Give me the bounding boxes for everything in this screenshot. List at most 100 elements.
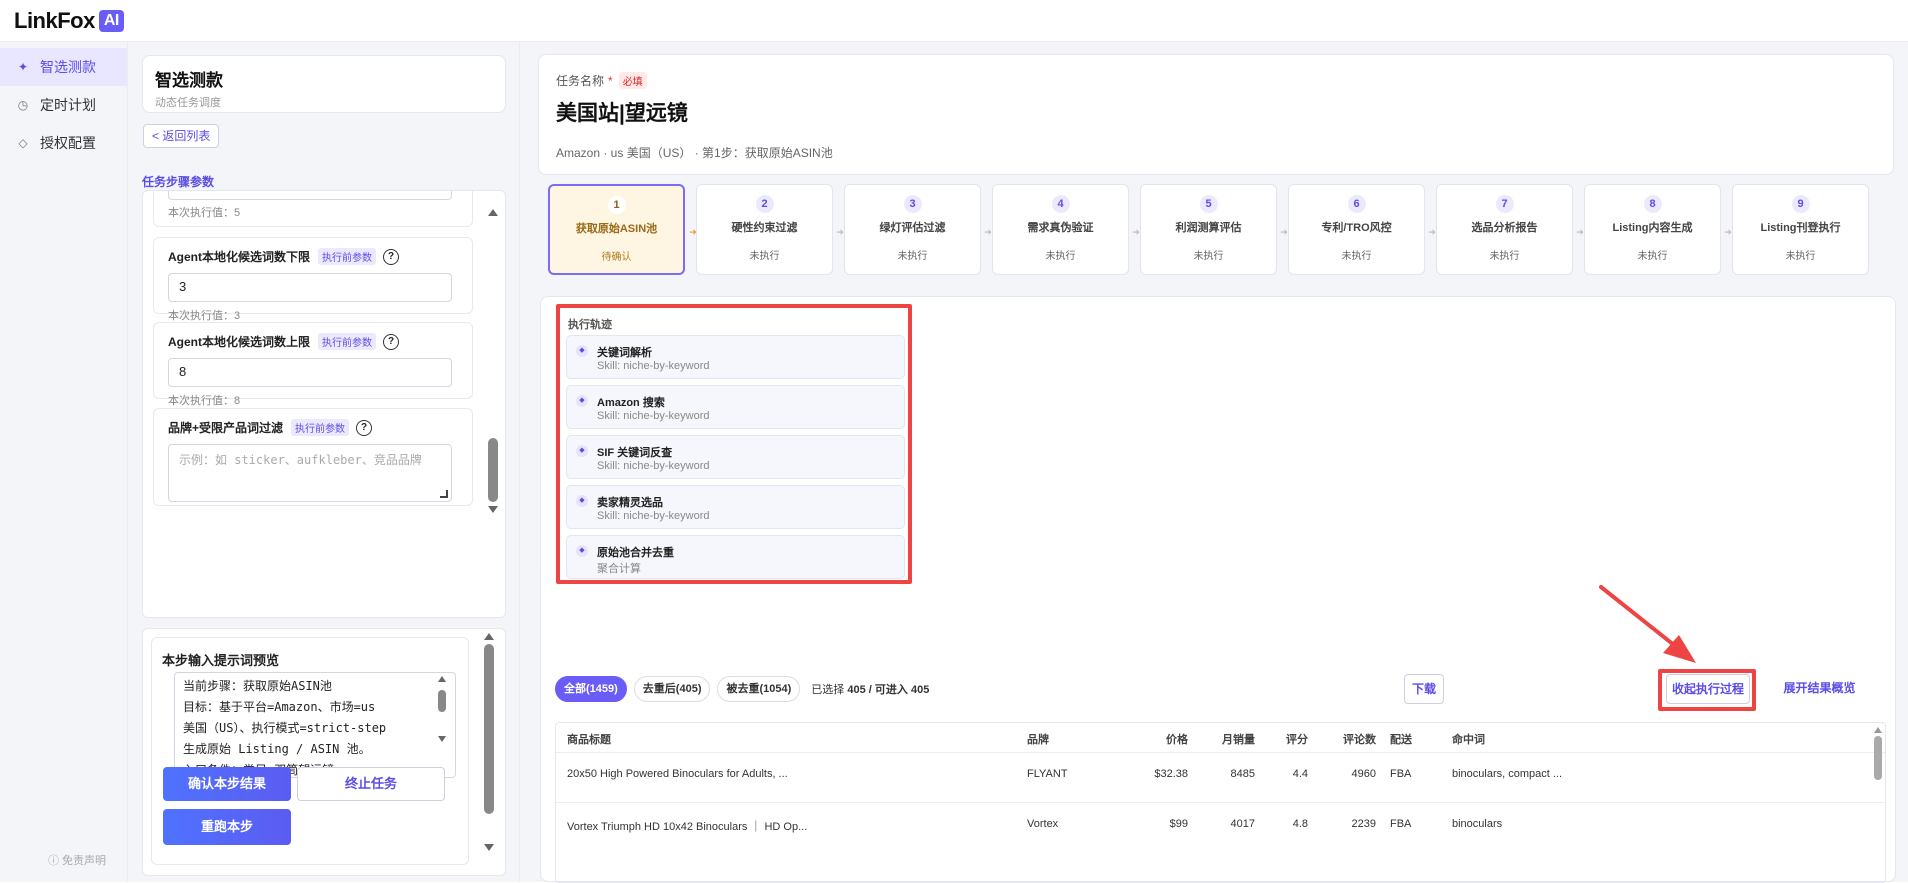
col-reviews[interactable]: 评论数 xyxy=(1328,731,1376,747)
expand-dot-icon: ◆ xyxy=(576,545,588,557)
nav-item-smart-select[interactable]: ✦ 智选测款 xyxy=(0,48,127,86)
param-label-text: Agent本地化候选词数上限 xyxy=(168,335,310,349)
trace-item-name: 卖家精灵选品 xyxy=(597,497,663,509)
min-candidates-input[interactable]: 3 xyxy=(168,273,452,302)
scroll-up-icon[interactable] xyxy=(438,676,446,682)
step-status: 未执行 xyxy=(1193,251,1224,262)
required-tag: 必填 xyxy=(618,72,647,89)
col-brand[interactable]: 品牌 xyxy=(1027,731,1049,747)
prompt-preview-textarea[interactable]: 当前步骤：获取原始ASIN池 目标：基于平台=Amazon、市场=us 美国（U… xyxy=(174,672,456,778)
help-icon[interactable]: ? xyxy=(383,248,399,265)
trace-item-name: SIF 关键词反查 xyxy=(597,447,673,459)
help-icon[interactable]: ? xyxy=(356,419,373,436)
preview-text-scrollbar[interactable] xyxy=(436,676,448,772)
nav-item-auth[interactable]: ◇ 授权配置 xyxy=(0,124,127,162)
step-name: 需求真伪验证 xyxy=(1027,222,1094,234)
top-bar: LinkFox AI xyxy=(0,0,1908,42)
param-tag: 执行前参数 xyxy=(291,419,350,436)
clock-icon: ◷ xyxy=(17,98,29,112)
disclaimer-link[interactable]: ⓘ 免责声明 xyxy=(48,852,106,868)
trace-item[interactable]: ◆ 原始池合并去重 聚合计算 xyxy=(566,535,905,579)
task-title[interactable]: 美国站|望远镜 xyxy=(556,97,688,127)
param-card: 品牌+受限产品词过滤 执行前参数 ? 示例：如 sticker、aufklebe… xyxy=(153,408,473,506)
scroll-thumb[interactable] xyxy=(488,438,498,502)
step-7[interactable]: 7 选品分析报告 未执行 xyxy=(1436,184,1573,275)
stop-task-button[interactable]: 终止任务 xyxy=(297,767,445,801)
nav-item-label: 授权配置 xyxy=(40,135,96,151)
trace-item[interactable]: ◆ 关键词解析 Skill: niche-by-keyword xyxy=(566,335,905,379)
col-monthly-sales[interactable]: 月销量 xyxy=(1209,731,1255,747)
step-9[interactable]: 9 Listing刊登执行 未执行 xyxy=(1732,184,1869,275)
cell-title: 20x50 High Powered Binoculars for Adults… xyxy=(567,768,788,780)
nav-item-label: 定时计划 xyxy=(40,97,96,113)
expand-summary-button[interactable]: 展开结果概览 xyxy=(1778,674,1861,704)
param-footer: 本次执行值：3 xyxy=(168,310,241,322)
scroll-down-icon[interactable] xyxy=(488,506,498,513)
filter-removed[interactable]: 被去重(1054) xyxy=(717,676,801,702)
table-scrollbar[interactable] xyxy=(1873,727,1883,877)
col-rating[interactable]: 评分 xyxy=(1268,731,1308,747)
trace-item[interactable]: ◆ 卖家精灵选品 Skill: niche-by-keyword xyxy=(566,485,905,529)
brand-filter-textarea[interactable]: 示例：如 sticker、aufkleber、竞品品牌 xyxy=(168,444,452,502)
step-2[interactable]: 2 硬性约束过滤 未执行 xyxy=(696,184,833,275)
app-logo[interactable]: LinkFox AI xyxy=(14,8,124,34)
scroll-down-icon[interactable] xyxy=(438,736,446,742)
step-number: 6 xyxy=(1347,195,1366,213)
step-status: 待确认 xyxy=(601,252,632,263)
param-label-text: Agent本地化候选词数下限 xyxy=(168,250,310,264)
step-name: Listing刊登执行 xyxy=(1760,222,1841,234)
cell-brand: Vortex xyxy=(1027,818,1059,830)
expand-dot-icon: ◆ xyxy=(576,395,588,407)
expand-dot-icon: ◆ xyxy=(576,345,588,357)
step-8[interactable]: 8 Listing内容生成 未执行 xyxy=(1584,184,1721,275)
cell-price: $99 xyxy=(1169,818,1188,830)
logo-badge: AI xyxy=(98,10,124,32)
scroll-thumb[interactable] xyxy=(1874,736,1882,780)
table-row[interactable]: 20x50 High Powered Binoculars for Adults… xyxy=(556,753,1885,803)
rerun-step-button[interactable]: 重跑本步 xyxy=(163,809,291,845)
trace-item[interactable]: ◆ Amazon 搜索 Skill: niche-by-keyword xyxy=(566,385,905,429)
resize-handle-icon[interactable] xyxy=(440,490,448,498)
expand-dot-icon: ◆ xyxy=(576,495,588,507)
col-title[interactable]: 商品标题 xyxy=(567,731,611,747)
scroll-thumb[interactable] xyxy=(438,690,446,712)
scroll-down-icon[interactable] xyxy=(484,844,494,851)
max-candidates-input[interactable]: 8 xyxy=(168,358,452,387)
col-fulfillment[interactable]: 配送 xyxy=(1390,731,1412,747)
step-name: 利润测算评估 xyxy=(1175,222,1242,234)
textarea-placeholder: 示例：如 sticker、aufkleber、竞品品牌 xyxy=(179,453,422,467)
table-row[interactable]: Vortex Triumph HD 10x42 Binoculars ｜ HD … xyxy=(556,803,1885,853)
step-1[interactable]: 1 获取原始ASIN池 待确认 xyxy=(548,184,685,275)
nav-item-schedule[interactable]: ◷ 定时计划 xyxy=(0,86,127,124)
scroll-up-icon[interactable] xyxy=(488,209,498,216)
filter-all[interactable]: 全部(1459) xyxy=(555,676,627,702)
step-4[interactable]: 4 需求真伪验证 未执行 xyxy=(992,184,1129,275)
confirm-step-button[interactable]: 确认本步结果 xyxy=(163,767,291,801)
cell-monthly-sales: 4017 xyxy=(1230,818,1255,830)
scroll-thumb[interactable] xyxy=(484,644,494,814)
step-5[interactable]: 5 利润测算评估 未执行 xyxy=(1140,184,1277,275)
trace-item-name: 原始池合并去重 xyxy=(597,547,674,559)
preview-scrollbar[interactable] xyxy=(483,633,495,869)
preview-title: 本步输入提示词预览 xyxy=(162,653,280,668)
step-number: 1 xyxy=(607,196,626,214)
download-button[interactable]: 下载 xyxy=(1404,674,1444,704)
execution-trace: 执行轨迹 ◆ 关键词解析 Skill: niche-by-keyword ◆ A… xyxy=(556,304,912,584)
param-input[interactable]: 5 xyxy=(168,191,452,200)
trace-item[interactable]: ◆ SIF 关键词反查 Skill: niche-by-keyword xyxy=(566,435,905,479)
col-hit-words[interactable]: 命中词 xyxy=(1452,731,1485,747)
step-6[interactable]: 6 专利/TRO风控 未执行 xyxy=(1288,184,1425,275)
cell-hit-words: binoculars xyxy=(1452,818,1503,830)
step-name: 获取原始ASIN池 xyxy=(575,223,658,235)
help-icon[interactable]: ? xyxy=(383,333,399,350)
task-name-label: 任务名称 * 必填 xyxy=(556,72,647,89)
params-scrollbar[interactable] xyxy=(487,209,499,513)
back-to-list-button[interactable]: < 返回列表 xyxy=(143,124,220,148)
scroll-up-icon[interactable] xyxy=(1874,727,1882,733)
filter-dedup[interactable]: 去重后(405) xyxy=(633,676,711,702)
step-3[interactable]: 3 绿灯评估过滤 未执行 xyxy=(844,184,981,275)
step-status: 未执行 xyxy=(1341,251,1372,262)
scroll-up-icon[interactable] xyxy=(484,633,494,640)
col-price[interactable]: 价格 xyxy=(1142,731,1188,747)
trace-title: 执行轨迹 xyxy=(568,319,612,331)
